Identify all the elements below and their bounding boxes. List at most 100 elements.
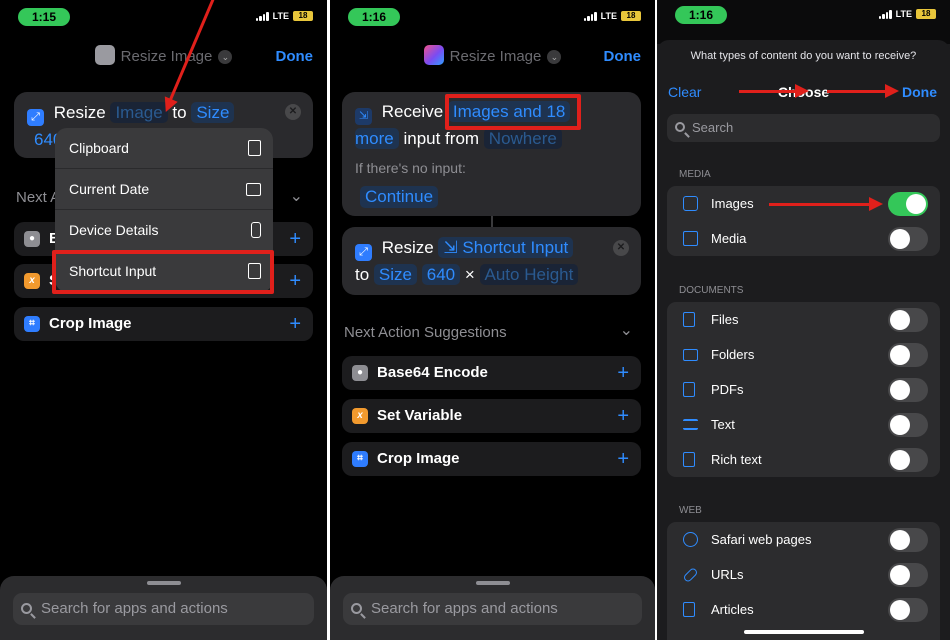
articles-toggle[interactable] <box>888 598 928 622</box>
shortcut-app-icon <box>94 45 115 65</box>
next-actions-heading: Next A <box>16 189 61 206</box>
pdfs-toggle[interactable] <box>888 378 928 402</box>
chevron-down-icon[interactable]: ⌄ <box>290 186 303 206</box>
signal-icon <box>878 9 892 19</box>
suggestion-row[interactable]: ⌗ Crop Image + <box>14 307 313 341</box>
section-header-web: WEB <box>679 505 702 516</box>
network-label: LTE <box>895 9 912 19</box>
variable-icon: x <box>24 273 40 289</box>
list-item-urls[interactable]: URLs <box>667 557 940 592</box>
section-header-documents: DOCUMENTS <box>679 285 744 296</box>
highlight-box <box>52 250 274 294</box>
menu-item-clipboard[interactable]: Clipboard <box>55 128 273 169</box>
suggestion-row[interactable]: ⌗ Crop Image + <box>342 442 641 476</box>
nav-header: Resize Image ⌄ Done <box>330 44 655 70</box>
annotation-arrow <box>739 84 809 98</box>
screen-2: 1:16 LTE 18 Resize Image ⌄ Done ⇲ Receive… <box>330 0 655 640</box>
files-toggle[interactable] <box>888 308 928 332</box>
done-button[interactable]: Done <box>604 44 642 70</box>
remove-action-button[interactable]: ✕ <box>285 104 301 120</box>
chevron-down-icon[interactable]: ⌄ <box>620 320 633 340</box>
add-icon[interactable]: + <box>617 442 629 476</box>
content-types-more[interactable]: more <box>355 128 399 149</box>
action-verb: Resize <box>53 103 106 122</box>
search-sheet: Search for apps and actions <box>330 576 655 640</box>
web-group: Safari web pages URLs Articles <box>667 522 940 640</box>
clipboard-icon <box>248 140 261 156</box>
text-toggle[interactable] <box>888 413 928 437</box>
rich-text-toggle[interactable] <box>888 448 928 472</box>
continue-token[interactable]: Continue <box>360 186 439 208</box>
sheet-question: What types of content do you want to rec… <box>690 50 917 62</box>
media-icon <box>683 231 698 246</box>
list-item-pdfs[interactable]: PDFs <box>667 372 940 407</box>
signal-icon <box>255 11 269 21</box>
battery-icon: 18 <box>916 9 936 19</box>
source-token[interactable]: Nowhere <box>483 128 562 149</box>
height-token[interactable]: Auto Height <box>479 264 579 285</box>
status-bar: 1:15 LTE 18 <box>0 0 327 34</box>
input-from-label: input from <box>403 129 480 148</box>
annotation-arrow <box>827 84 899 98</box>
list-item-safari[interactable]: Safari web pages <box>667 522 940 557</box>
calendar-icon <box>246 183 261 196</box>
documents-group: Files Folders PDFs Text Rich text <box>667 302 940 477</box>
size-token[interactable]: Size <box>373 264 417 285</box>
add-icon[interactable]: + <box>617 399 629 433</box>
time-indicator: 1:16 <box>675 6 727 24</box>
list-item-media[interactable]: Media <box>667 221 940 256</box>
list-item-folders[interactable]: Folders <box>667 337 940 372</box>
shortcuts-app-icon <box>423 45 444 65</box>
add-icon[interactable]: + <box>289 307 301 341</box>
menu-item-current-date[interactable]: Current Date <box>55 169 273 210</box>
action-verb: Resize <box>381 238 434 257</box>
action-verb: Receive <box>381 102 444 121</box>
article-icon <box>683 602 695 617</box>
nav-header: Resize Image ⌄ Done <box>0 44 327 70</box>
time-indicator: 1:15 <box>18 8 70 26</box>
folder-icon <box>683 349 698 361</box>
connector-line <box>491 216 493 227</box>
grabber[interactable] <box>146 581 181 585</box>
done-button[interactable]: Done <box>902 84 937 100</box>
folders-toggle[interactable] <box>888 343 928 367</box>
suggestion-row[interactable]: ● Base64 Encode + <box>342 356 641 390</box>
width-token[interactable]: 640 <box>421 264 461 285</box>
grabber[interactable] <box>475 581 510 585</box>
list-item-text[interactable]: Text <box>667 407 940 442</box>
remove-action-button[interactable]: ✕ <box>613 240 629 256</box>
signal-icon <box>583 11 597 21</box>
search-input[interactable]: Search for apps and actions <box>13 593 314 625</box>
screen-1: 1:15 LTE 18 Resize Image ⌄ Done ⤢ Resize … <box>0 0 327 640</box>
safari-toggle[interactable] <box>888 528 928 552</box>
status-bar: 1:16 LTE 18 <box>330 0 655 34</box>
urls-toggle[interactable] <box>888 563 928 587</box>
search-sheet: Search for apps and actions <box>0 576 327 640</box>
text-icon <box>683 419 698 430</box>
no-input-label: If there's no input: <box>355 160 466 176</box>
network-label: LTE <box>600 11 617 21</box>
list-item-rich-text[interactable]: Rich text <box>667 442 940 477</box>
list-item-files[interactable]: Files <box>667 302 940 337</box>
annotation-arrow <box>769 197 883 211</box>
add-icon[interactable]: + <box>289 222 301 256</box>
size-token[interactable]: Size <box>191 102 235 123</box>
search-input[interactable]: Search <box>667 114 940 142</box>
image-token[interactable]: Image <box>110 102 168 123</box>
base64-icon: ● <box>352 365 368 381</box>
done-button[interactable]: Done <box>276 44 314 70</box>
time-indicator: 1:16 <box>348 8 400 26</box>
shortcut-input-token[interactable]: ⇲ Shortcut Input <box>438 237 574 258</box>
media-toggle[interactable] <box>888 227 928 251</box>
section-header-media: MEDIA <box>679 169 711 180</box>
menu-item-device-details[interactable]: Device Details <box>55 210 273 251</box>
battery-icon: 18 <box>293 11 313 21</box>
list-item-articles[interactable]: Articles <box>667 592 940 627</box>
search-icon <box>351 603 362 614</box>
add-icon[interactable]: + <box>289 264 301 298</box>
search-input[interactable]: Search for apps and actions <box>343 593 642 625</box>
status-bar: 1:16 LTE 18 <box>657 0 950 34</box>
add-icon[interactable]: + <box>617 356 629 390</box>
suggestion-row[interactable]: x Set Variable + <box>342 399 641 433</box>
images-toggle[interactable] <box>888 192 928 216</box>
